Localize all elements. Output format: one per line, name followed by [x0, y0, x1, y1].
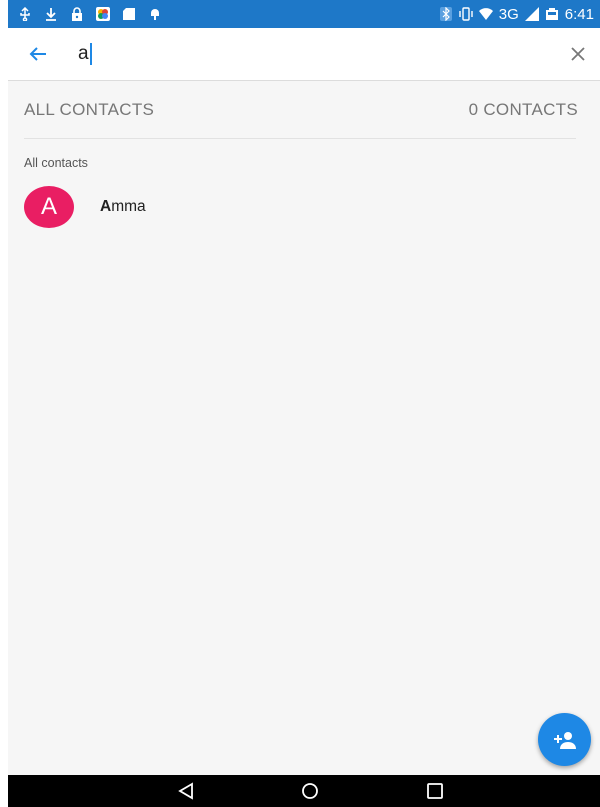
all-contacts-heading: ALL CONTACTS	[24, 100, 155, 119]
contact-list-item[interactable]: A Amma	[8, 180, 600, 236]
photos-icon	[96, 7, 110, 21]
text-cursor	[89, 43, 92, 65]
back-nav-icon[interactable]	[175, 781, 197, 801]
recents-nav-icon[interactable]	[424, 781, 446, 801]
contact-name-rest: mma	[111, 198, 146, 215]
status-right-icons: 3G 6:41	[439, 0, 594, 28]
lock-icon	[72, 7, 82, 21]
search-bar: a	[8, 28, 600, 81]
navigation-bar	[8, 775, 600, 807]
contact-name-match: A	[100, 198, 112, 215]
vibrate-icon	[459, 7, 473, 21]
clear-search-icon[interactable]	[568, 44, 588, 64]
section-label: All contacts	[24, 156, 88, 170]
signal-icon	[524, 7, 539, 21]
add-contact-button[interactable]	[538, 713, 591, 766]
home-nav-icon[interactable]	[299, 781, 321, 801]
back-arrow-icon[interactable]	[26, 42, 50, 66]
wifi-icon	[478, 8, 493, 20]
android-debug-icon	[151, 9, 159, 20]
battery-icon	[545, 8, 558, 20]
add-person-icon	[553, 731, 576, 749]
usb-icon	[20, 7, 30, 21]
status-bar: 3G 6:41	[8, 0, 600, 28]
bluetooth-icon	[439, 7, 452, 21]
contact-name: Amma	[100, 198, 146, 216]
contacts-list-header: ALL CONTACTS 0 CONTACTS	[24, 80, 578, 139]
search-input[interactable]: a	[78, 42, 92, 66]
network-type-label: 3G	[498, 5, 519, 23]
contacts-count: 0 CONTACTS	[468, 100, 578, 119]
avatar: A	[24, 186, 74, 228]
download-icon	[46, 8, 56, 21]
status-left-icons	[18, 0, 162, 28]
sd-card-icon	[123, 8, 135, 20]
search-query: a	[78, 43, 89, 64]
contacts-search-screen: 3G 6:41 a ALL CONTACTS 0 CONTACTS All co…	[8, 0, 600, 807]
clock: 6:41	[564, 5, 594, 23]
